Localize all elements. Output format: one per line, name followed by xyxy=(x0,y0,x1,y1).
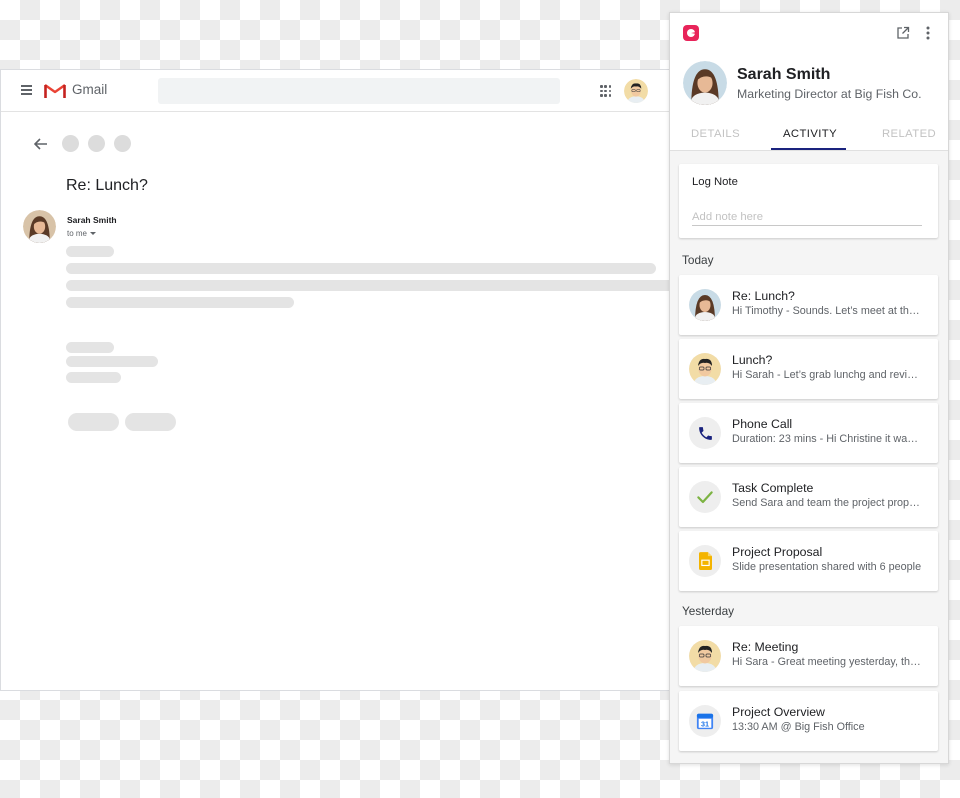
sidebar-header: Sarah Smith Marketing Director at Big Fi… xyxy=(670,13,948,151)
search-input[interactable] xyxy=(158,78,560,104)
section-today: Today xyxy=(682,253,714,267)
calendar-day: 31 xyxy=(701,719,709,728)
skeleton-line xyxy=(66,297,294,308)
activity-title: Task Complete xyxy=(732,481,814,495)
apps-grid-icon[interactable] xyxy=(600,85,612,97)
timothy-avatar-icon xyxy=(689,640,721,672)
skeleton-line xyxy=(66,356,158,367)
menu-icon[interactable] xyxy=(21,85,32,95)
gmail-header: Gmail xyxy=(1,70,671,112)
sender-avatar xyxy=(23,210,56,243)
recipient-dropdown[interactable]: to me xyxy=(67,229,97,238)
activity-title: Re: Meeting xyxy=(732,640,799,654)
sarah-avatar-icon xyxy=(689,289,721,321)
sender-name: Sarah Smith xyxy=(67,215,117,225)
activity-subtitle: Send Sara and team the project proposal … xyxy=(732,497,922,509)
activity-item[interactable]: Task Complete Send Sara and team the pro… xyxy=(679,467,938,527)
activity-subtitle: 13:30 AM @ Big Fish Office xyxy=(732,721,865,733)
gmail-logo-icon[interactable] xyxy=(44,83,66,99)
tab-details[interactable]: DETAILS xyxy=(691,128,740,140)
gmail-app-name: Gmail xyxy=(72,82,108,97)
section-yesterday: Yesterday xyxy=(682,604,735,618)
reply-button-placeholder[interactable] xyxy=(68,413,119,431)
toolbar-placeholder-dots xyxy=(62,135,131,152)
slides-icon xyxy=(689,545,721,577)
skeleton-line xyxy=(66,280,673,291)
crm-sidebar: Sarah Smith Marketing Director at Big Fi… xyxy=(669,12,949,764)
timothy-avatar-icon xyxy=(689,353,721,385)
skeleton-line xyxy=(66,342,114,353)
activity-item[interactable]: 31 Project Overview 13:30 AM @ Big Fish … xyxy=(679,691,938,751)
recipient-label: to me xyxy=(67,229,88,238)
activity-item[interactable]: Lunch? Hi Sarah - Let’s grab lunchg and … xyxy=(679,339,938,399)
activity-title: Lunch? xyxy=(732,353,773,367)
chevron-down-icon xyxy=(90,232,97,236)
activity-item[interactable]: Project Proposal Slide presentation shar… xyxy=(679,531,938,591)
more-vert-icon[interactable] xyxy=(926,26,930,40)
activity-title: Phone Call xyxy=(732,417,793,431)
account-avatar[interactable] xyxy=(624,79,648,103)
activity-subtitle: Hi Sarah - Let’s grab lunchg and review … xyxy=(732,369,922,381)
activity-item[interactable]: Re: Meeting Hi Sara - Great meeting yest… xyxy=(679,626,938,686)
email-subject: Re: Lunch? xyxy=(66,177,148,194)
forward-button-placeholder[interactable] xyxy=(125,413,176,431)
phone-icon xyxy=(689,417,721,449)
gmail-window: Gmail Re: Lunch? Sarah Smith to me xyxy=(0,69,673,691)
tab-related[interactable]: RELATED xyxy=(882,128,936,140)
tab-activity[interactable]: ACTIVITY xyxy=(783,128,837,140)
activity-title: Re: Lunch? xyxy=(732,289,795,303)
check-icon xyxy=(689,481,721,513)
active-tab-indicator xyxy=(771,148,846,150)
skeleton-line xyxy=(66,246,114,257)
activity-item[interactable]: Phone Call Duration: 23 mins - Hi Christ… xyxy=(679,403,938,463)
profile-avatar xyxy=(683,61,727,105)
skeleton-line xyxy=(66,263,656,274)
activity-subtitle: Duration: 23 mins - Hi Christine it was … xyxy=(732,433,922,445)
open-in-new-icon[interactable] xyxy=(896,26,910,40)
log-note-card: Log Note xyxy=(679,164,938,238)
note-input[interactable] xyxy=(692,208,922,226)
log-note-title: Log Note xyxy=(692,176,738,188)
back-arrow-icon[interactable] xyxy=(34,138,48,150)
activity-subtitle: Hi Timothy - Sounds. Let’s meet at the c… xyxy=(732,305,922,317)
activity-subtitle: Slide presentation shared with 6 people xyxy=(732,561,922,573)
activity-title: Project Overview xyxy=(732,705,825,719)
profile-name: Sarah Smith xyxy=(737,66,831,83)
activity-item[interactable]: Re: Lunch? Hi Timothy - Sounds. Let’s me… xyxy=(679,275,938,335)
activity-subtitle: Hi Sara - Great meeting yesterday, thank… xyxy=(732,656,922,668)
activity-title: Project Proposal xyxy=(732,545,823,559)
calendar-icon: 31 xyxy=(689,705,721,737)
brand-logo-icon xyxy=(683,25,699,41)
profile-title: Marketing Director at Big Fish Co. xyxy=(737,87,922,101)
skeleton-line xyxy=(66,372,121,383)
